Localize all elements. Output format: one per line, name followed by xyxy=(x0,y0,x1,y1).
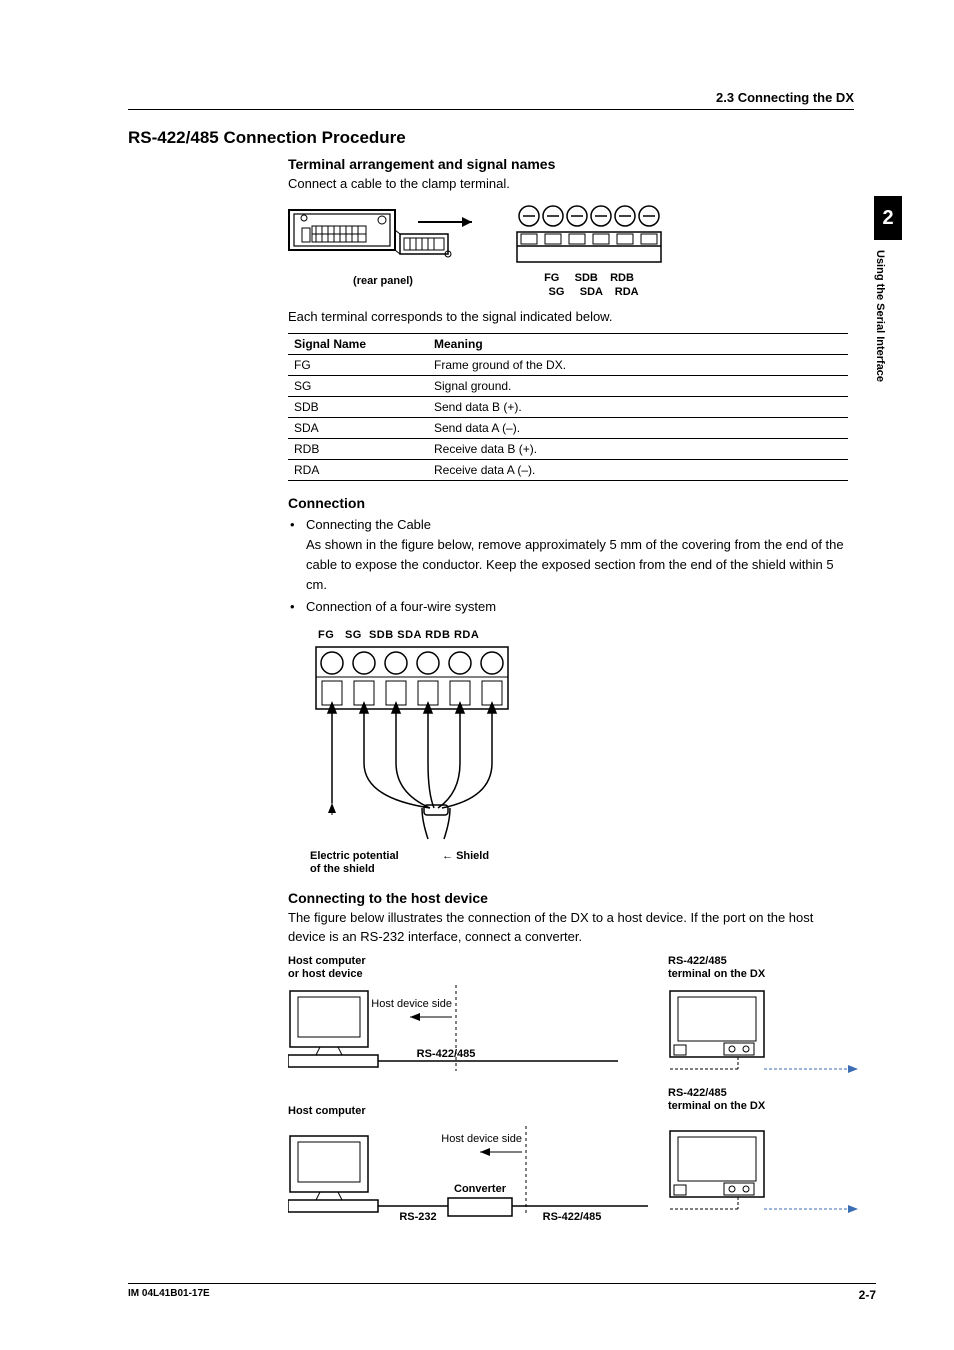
table-row: RDAReceive data A (–). xyxy=(288,459,848,480)
chapter-tab: 2 Using the Serial Interface xyxy=(874,196,902,436)
breadcrumb: 2.3 Connecting the DX xyxy=(128,90,854,105)
host-intro: The figure below illustrates the connect… xyxy=(288,908,854,947)
chapter-title: Using the Serial Interface xyxy=(874,250,886,430)
table-intro: Each terminal corresponds to the signal … xyxy=(288,307,854,327)
th-signal: Signal Name xyxy=(288,333,428,354)
table-row: SDBSend data B (+). xyxy=(288,396,848,417)
potential-label: Electric potential of the shield xyxy=(310,850,420,875)
signal-table: Signal Name Meaning FGFrame ground of th… xyxy=(288,333,848,481)
svg-text:RS-232: RS-232 xyxy=(399,1211,436,1222)
doc-id: IM 04L41B01-17E xyxy=(128,1288,210,1302)
cable-pin-labels: FG SG SDB SDA RDB RDA xyxy=(318,629,854,641)
host-figure-converter: Host computer Host device side xyxy=(288,1105,854,1222)
four-wire-figure: FG SG SDB SDA RDB RDA xyxy=(310,629,854,875)
rear-panel-figure: (rear panel) xyxy=(288,204,478,287)
host2-right-title: RS-422/485 terminal on the DX xyxy=(668,1087,868,1113)
bullet-cable: Connecting the Cable As shown in the fig… xyxy=(288,515,854,596)
svg-text:RS-422/485: RS-422/485 xyxy=(543,1211,602,1222)
section-title: RS-422/485 Connection Procedure xyxy=(128,128,854,148)
svg-text:RS-422/485: RS-422/485 xyxy=(417,1048,476,1060)
svg-text:Host device side: Host device side xyxy=(441,1133,522,1145)
svg-text:Host device side: Host device side xyxy=(371,998,452,1010)
terminal-title: Terminal arrangement and signal names xyxy=(288,156,854,172)
table-row: SDASend data A (–). xyxy=(288,417,848,438)
table-row: FGFrame ground of the DX. xyxy=(288,354,848,375)
svg-text:Converter: Converter xyxy=(454,1183,507,1195)
host-right-title: RS-422/485 terminal on the DX xyxy=(668,955,868,981)
shield-label: ← Shield xyxy=(442,850,489,875)
terminal-pin-labels: FG SDB RDB SG SDA RDA xyxy=(514,271,664,300)
chapter-number: 2 xyxy=(874,196,902,240)
bullet-fourwire: Connection of a four-wire system xyxy=(288,597,854,617)
table-row: RDBReceive data B (+). xyxy=(288,438,848,459)
connection-title: Connection xyxy=(288,495,854,511)
host-figure-direct: Host computer or host device Host device… xyxy=(288,955,854,1075)
terminal-instr: Connect a cable to the clamp terminal. xyxy=(288,174,854,194)
host-left-title: Host computer or host device xyxy=(288,955,618,981)
host2-left-title: Host computer xyxy=(288,1105,366,1118)
terminal-block-figure: FG SDB RDB SG SDA RDA xyxy=(514,204,664,300)
table-row: SGSignal ground. xyxy=(288,375,848,396)
rear-panel-label: (rear panel) xyxy=(288,275,478,287)
host-title: Connecting to the host device xyxy=(288,890,854,906)
th-meaning: Meaning xyxy=(428,333,848,354)
page-number: 2-7 xyxy=(859,1288,876,1302)
